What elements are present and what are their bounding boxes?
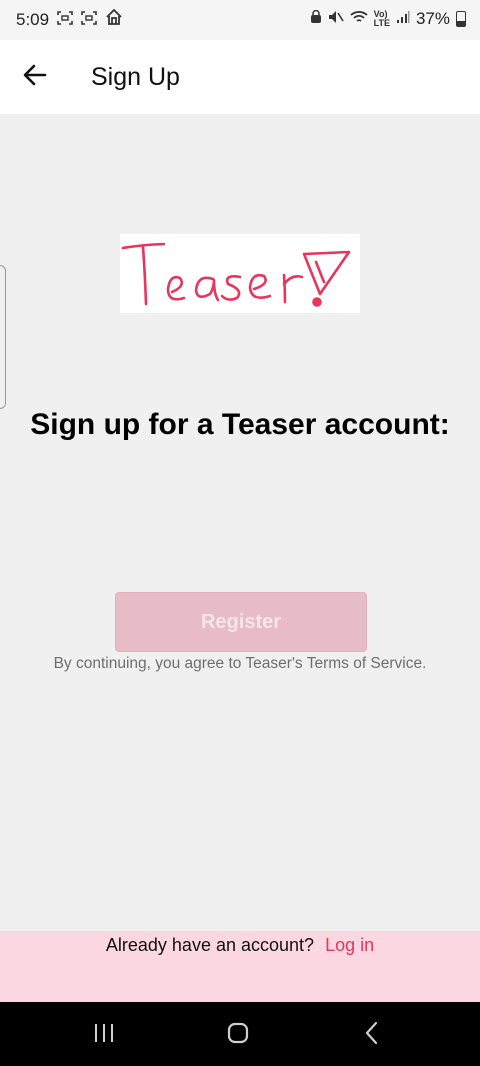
teaser-logo [120, 234, 360, 313]
status-time: 5:09 [16, 9, 50, 29]
arrow-left-icon [23, 64, 47, 91]
login-footer: Already have an account? Log in [0, 931, 480, 1002]
lock-icon [310, 9, 322, 29]
system-nav-bar [0, 1002, 480, 1066]
back-icon [364, 1021, 380, 1050]
screenshot-icon [57, 10, 73, 30]
battery-icon [456, 11, 466, 27]
footer-row: Already have an account? Log in [0, 935, 480, 956]
volte-icon: Vo) LTE [373, 9, 390, 28]
battery-percent: 37% [415, 9, 450, 28]
status-left: 5:09 [16, 8, 123, 30]
home-icon [226, 1021, 250, 1050]
recents-button[interactable] [84, 1020, 124, 1050]
home-app-icon [105, 8, 123, 30]
signal-icon [396, 9, 410, 29]
back-button[interactable] [18, 60, 52, 94]
signup-heading: Sign up for a Teaser account: [30, 408, 450, 441]
already-account-text: Already have an account? [105, 935, 315, 955]
wifi-icon [350, 9, 368, 29]
status-bar: 5:09 Vo) LTE 37% [0, 0, 480, 40]
mute-icon [328, 9, 344, 29]
home-button[interactable] [218, 1020, 258, 1050]
app-bar: Sign Up [0, 40, 480, 114]
page-title: Sign Up [91, 63, 180, 91]
terms-text: By continuing, you agree to Teaser's Ter… [53, 655, 427, 672]
screenshot-icon [81, 10, 97, 30]
status-right: Vo) LTE 37% [310, 9, 466, 29]
recents-icon [93, 1023, 115, 1048]
nav-back-button[interactable] [352, 1020, 392, 1050]
side-drawer-handle[interactable] [0, 265, 6, 409]
register-button[interactable]: Register [115, 592, 367, 652]
login-link[interactable]: Log in [325, 935, 374, 955]
